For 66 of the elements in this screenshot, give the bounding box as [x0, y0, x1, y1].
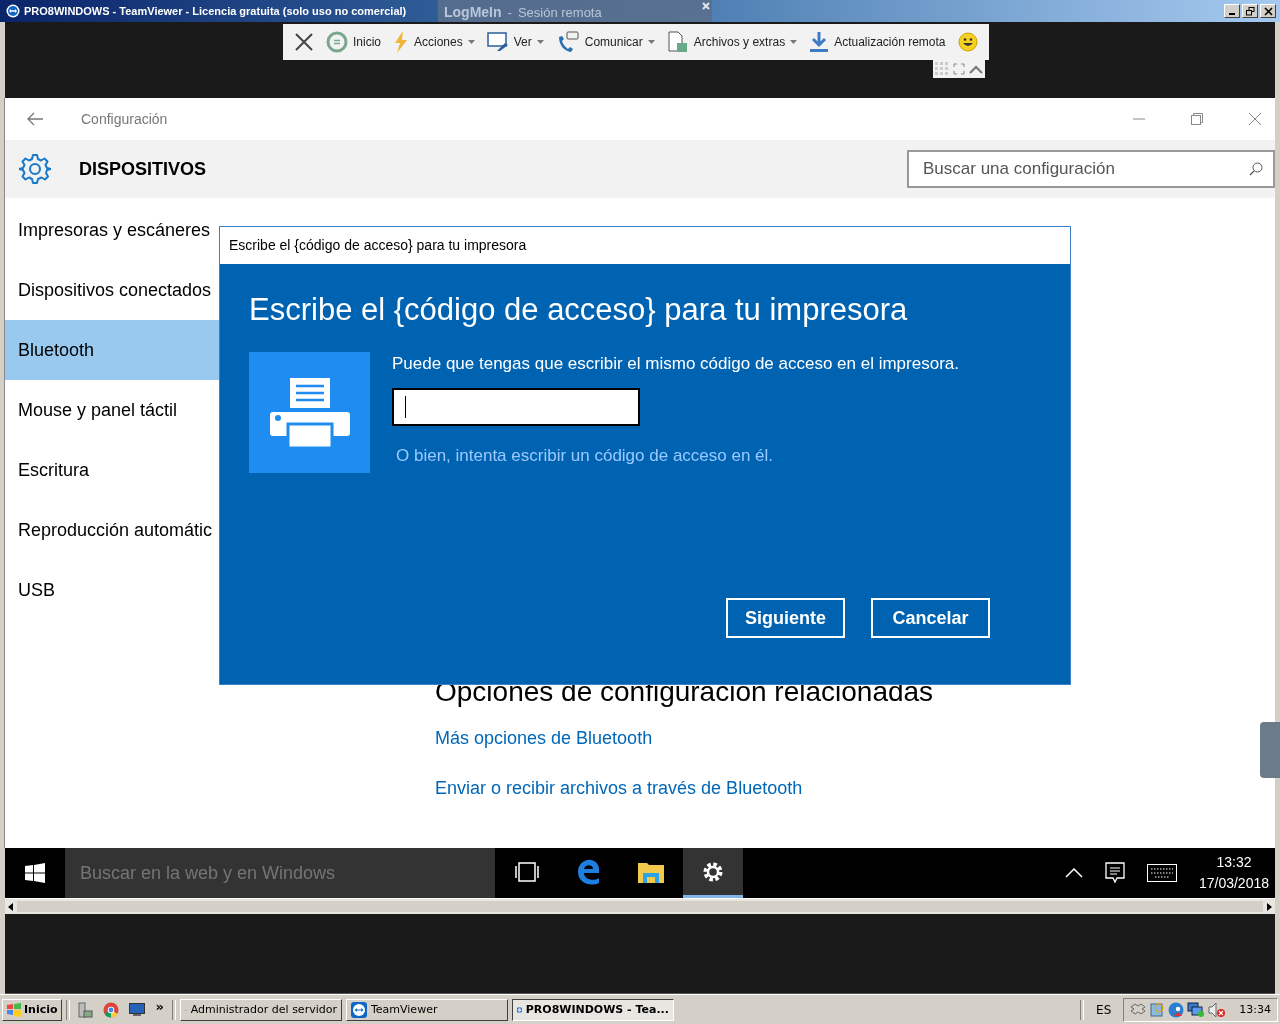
back-arrow-icon[interactable]	[27, 112, 43, 126]
nav-item[interactable]: Dispositivos conectados	[5, 260, 219, 320]
taskbar-search-field[interactable]: Buscar en la web y en Windows	[65, 848, 495, 898]
teamviewer-logo-icon	[6, 4, 20, 18]
collapse-icon[interactable]	[969, 64, 983, 74]
maximize-icon[interactable]	[1191, 113, 1203, 125]
overflow-chevron[interactable]: »	[151, 999, 168, 1020]
toolbar-button[interactable]: Ver	[481, 27, 549, 57]
desktop-icon[interactable]	[128, 1002, 145, 1017]
monitor-icon[interactable]	[486, 32, 509, 52]
taskbar-time: 13:32	[1216, 853, 1252, 872]
search-field[interactable]: Buscar una configuración	[907, 150, 1275, 188]
nav-item[interactable]: Bluetooth	[5, 320, 219, 380]
session-label: Sesión remota	[517, 4, 602, 20]
download-icon[interactable]	[809, 31, 830, 53]
alternative-link[interactable]: O bien, intenta escribir un código de acceso en él.	[396, 446, 774, 466]
toolbar-button[interactable]: Comunicar	[550, 27, 660, 57]
nav-item[interactable]: Escritura	[5, 440, 219, 500]
nav-item[interactable]: Mouse y panel táctil	[5, 380, 219, 440]
windows-logo-icon[interactable]	[25, 863, 45, 883]
nav-item[interactable]: Reproducción automátic	[5, 500, 219, 560]
nav-item[interactable]: Impresoras y escáneres	[5, 200, 219, 260]
language-indicator[interactable]: ES	[1088, 1002, 1120, 1017]
printer-icon	[269, 377, 350, 448]
notification-icon[interactable]	[1104, 862, 1125, 884]
toolbar-button[interactable]: Acciones	[388, 27, 480, 57]
nav-item[interactable]: USB	[5, 560, 219, 620]
gear-icon	[19, 153, 51, 185]
network-icon[interactable]	[1187, 1001, 1206, 1018]
settings-link[interactable]: Enviar o recibir archivos a través de Bluetooth	[435, 778, 803, 828]
browser-icon[interactable]	[577, 858, 601, 885]
settings-link[interactable]: Más opciones de Bluetooth	[435, 728, 653, 778]
separator-text: -	[507, 4, 512, 20]
taskbar-window-button[interactable]: Administrador del servidor	[179, 998, 342, 1021]
taskbar-date: 17/03/2018	[1198, 874, 1269, 893]
window-title: PRO8WINDOWS - TeamViewer - Licencia gratuita (solo uso no comercial)	[24, 5, 407, 17]
taskbar-window-button[interactable]: TeamViewer	[345, 998, 508, 1021]
brand-name: LogMeIn	[444, 4, 502, 20]
dialog-button[interactable]: Siguiente	[726, 598, 845, 638]
dialog-title: Escribe el {código de acceso} para tu impresora	[220, 227, 1070, 264]
caret-icon[interactable]	[536, 40, 544, 44]
toolbar-button[interactable]: Archivos y extras	[661, 27, 803, 57]
caret-icon[interactable]	[647, 40, 655, 44]
page-heading: DISPOSITIVOS	[79, 158, 207, 180]
chevron-up-icon[interactable]	[1064, 868, 1083, 878]
start-button[interactable]: Inicio	[2, 998, 62, 1021]
taskbar-clock: 13:34	[1239, 1003, 1271, 1016]
caret-icon[interactable]	[467, 40, 475, 44]
muted-speaker-icon[interactable]	[1208, 1001, 1227, 1018]
horizontal-scrollbar[interactable]	[5, 898, 1275, 914]
app-title: Configuración	[81, 111, 168, 127]
dialog-heading: Escribe el {código de acceso} para tu impresora	[249, 292, 909, 328]
document-icon[interactable]	[666, 31, 689, 53]
caret-icon[interactable]	[790, 40, 798, 44]
browser-icon[interactable]	[102, 1001, 119, 1018]
taskbar-app-button[interactable]	[683, 848, 743, 898]
dialog-description: Puede que tengas que escribir el mismo código de acceso en el impresora.	[392, 354, 959, 374]
passcode-field[interactable]	[392, 388, 640, 426]
dialog-button[interactable]: Cancelar	[871, 598, 990, 638]
task-view-icon[interactable]	[514, 861, 540, 882]
toolbar-button[interactable]: Actualización remota	[804, 27, 951, 57]
user-icon[interactable]	[1168, 1001, 1185, 1018]
search-icon[interactable]	[1249, 162, 1263, 176]
toolbar-button[interactable]: Inicio	[321, 27, 386, 57]
keyboard-icon[interactable]	[1146, 864, 1177, 882]
taskbar-window-button[interactable]: PRO8WINDOWS - Tea...	[511, 998, 674, 1021]
